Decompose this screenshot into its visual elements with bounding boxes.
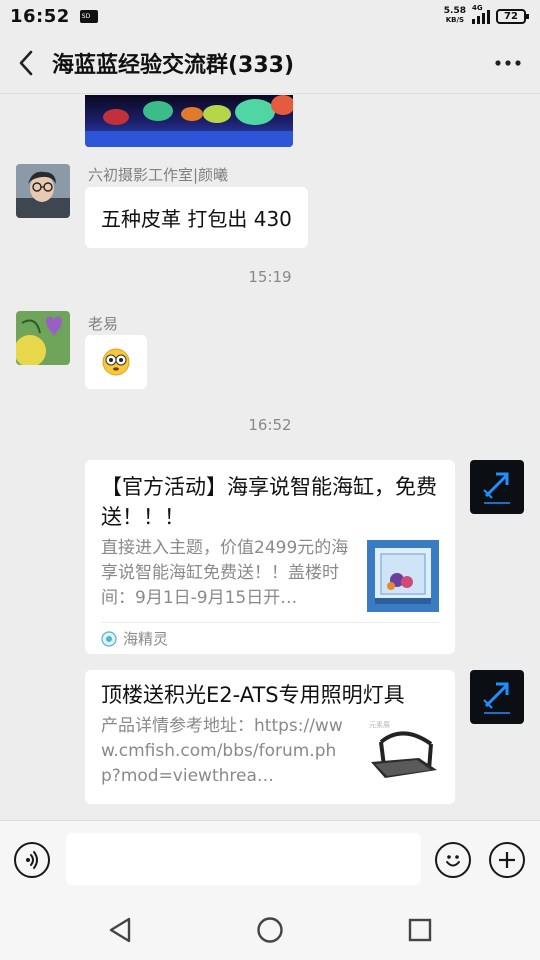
avatar-self[interactable] [470,670,524,724]
time-separator: 16:52 [248,416,292,434]
avatar-liuchu[interactable] [16,164,70,218]
emoji-icon [446,855,460,867]
card-thumb-text: 元素展 [369,721,390,729]
card-body: 直接进入主题，价值2499元的海享说智能海缸免费送！！盖楼时间：9月1日-9月1… [85,532,455,612]
network-speed-value: 5.58 [443,6,466,16]
sender-name: 六初摄影工作室|颜曦 [88,166,229,184]
circle-home-icon [257,917,283,943]
flushed-emoji-icon [102,348,130,376]
plus-icon [499,852,515,868]
input-bar [0,820,540,900]
card-source-name: 海精灵 [123,630,169,648]
nav-home-button[interactable] [250,912,290,948]
sender-name: 老易 [88,315,119,333]
plus-button[interactable] [489,842,525,878]
avatar-self[interactable] [470,460,524,514]
card-title: 顶楼送积光E2-ATS专用照明灯具 [101,683,405,707]
voice-button[interactable] [14,842,50,878]
network-speed: 5.58 KB/S [444,7,466,25]
nav-recents-button[interactable] [400,912,440,948]
card-title: 【官方活动】海享说智能海缸，免费送！！！ [101,475,437,529]
network-speed-unit: KB/S [445,16,465,24]
nav-back-button[interactable] [100,912,140,948]
more-dots-icon [495,59,521,66]
shared-link-card[interactable]: 【官方活动】海享说智能海缸，免费送！！！ 直接进入主题，价值2499元的海享说智… [85,460,455,654]
chat-screen: 16:52 SD 5.58 KB/S 4G 72 海蓝蓝经验交流群(333) 六… [0,0,540,960]
shared-link-card[interactable]: 顶楼送积光E2-ATS专用照明灯具 产品详情参考地址：https://www.c… [85,670,455,804]
network-type: 4G [472,4,483,12]
card-description: 直接进入主题，价值2499元的海享说智能海缸免费送！！盖楼时间：9月1日-9月1… [101,538,349,608]
status-time: 16:52 [10,5,70,27]
voice-icon [26,851,38,869]
system-nav-bar [0,900,540,960]
message-text: 五种皮革 打包出 430 [101,207,292,231]
time-separator: 15:19 [248,268,292,286]
message-input[interactable] [66,833,421,885]
chat-header: 海蓝蓝经验交流群(333) [0,32,540,94]
battery-icon: 72 [496,8,529,24]
emoji-message-bubble[interactable] [85,335,147,389]
card-description: 产品详情参考地址：https://www.cmfish.com/bbs/foru… [101,716,343,786]
status-indicators: 5.58 KB/S 4G 72 [444,4,529,25]
triangle-back-icon [109,917,131,943]
back-button[interactable] [0,32,52,94]
image-message[interactable] [85,95,293,147]
mini-program-icon [101,630,117,647]
chevron-left-icon [19,50,33,75]
square-recents-icon [408,918,432,942]
card-thumbnail: 元素展 [367,718,439,790]
sd-card-icon: SD [79,9,98,23]
card-body: 产品详情参考地址：https://www.cmfish.com/bbs/foru… [85,710,455,790]
avatar-laoyi[interactable] [16,311,70,365]
chat-title: 海蓝蓝经验交流群(333) [52,52,295,78]
card-source: 海精灵 [101,622,439,654]
status-bar: 16:52 SD 5.58 KB/S 4G 72 [0,0,540,32]
message-list[interactable]: 六初摄影工作室|颜曦 五种皮革 打包出 430 15:19 老易 16:52 【… [0,95,540,820]
text-message-bubble[interactable]: 五种皮革 打包出 430 [85,187,308,248]
emoji-button[interactable] [435,842,471,878]
signal-icon: 4G [472,4,490,24]
more-button[interactable] [476,32,540,94]
card-thumbnail [367,540,439,612]
